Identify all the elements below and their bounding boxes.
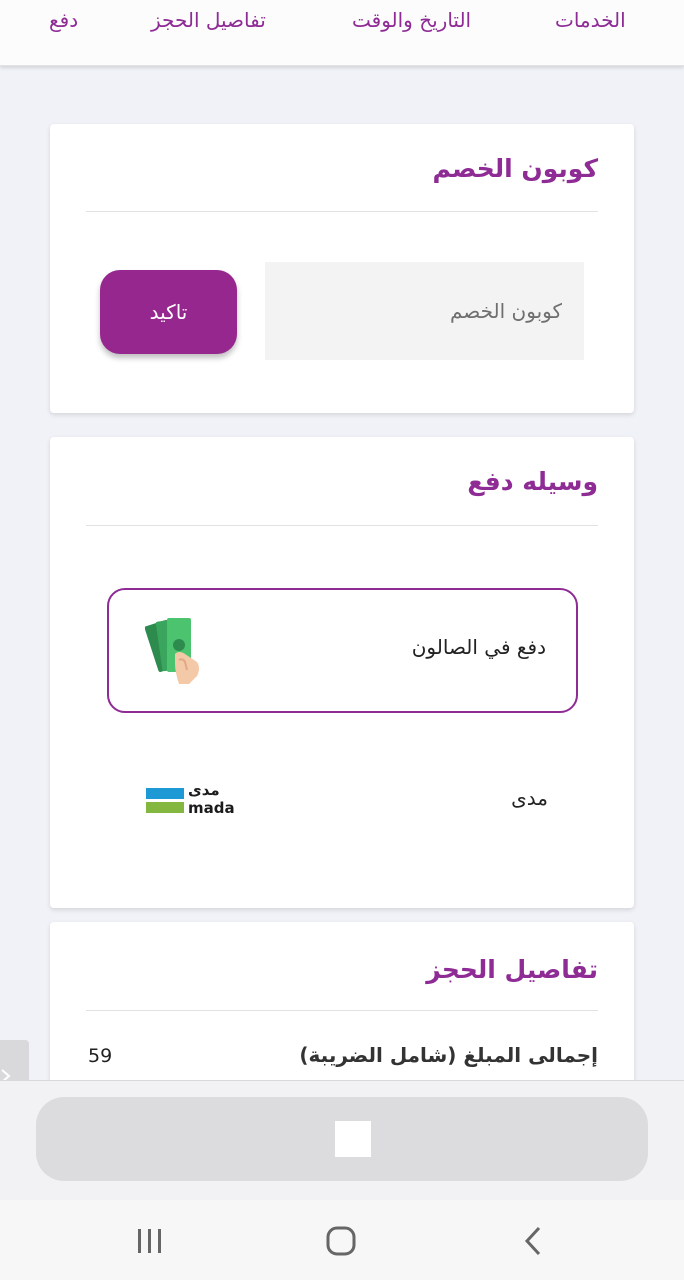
confirm-button[interactable]: تاكيد — [100, 270, 237, 354]
coupon-divider — [86, 211, 598, 212]
top-nav: الخدمات التاريخ والوقت تفاصيل الحجز دفع — [0, 0, 684, 66]
coupon-input[interactable] — [265, 262, 584, 360]
tab-payment[interactable]: دفع — [49, 8, 78, 32]
tab-services[interactable]: الخدمات — [555, 8, 626, 32]
mada-option[interactable]: مدى مدى mada — [107, 752, 578, 842]
bottom-action-bar — [0, 1080, 684, 1200]
pay-now-button[interactable] — [36, 1097, 648, 1181]
booking-title: تفاصيل الحجز — [426, 955, 598, 984]
recent-apps-icon[interactable] — [136, 1228, 164, 1258]
home-icon[interactable] — [326, 1226, 356, 1260]
mada-logo-english-text: mada — [188, 799, 235, 817]
pay-at-salon-option[interactable]: دفع في الصالون — [107, 588, 578, 713]
back-icon[interactable] — [524, 1226, 542, 1260]
pay-at-salon-label: دفع في الصالون — [411, 635, 546, 659]
total-amount-label: إجمالى المبلغ (شامل الضريبة) — [299, 1043, 598, 1067]
mada-logo-blue-bar — [146, 788, 184, 799]
system-nav-bar — [0, 1200, 684, 1280]
tab-date-time[interactable]: التاريخ والوقت — [352, 8, 471, 32]
payment-method-card: وسيله دفع دفع في الصالون مدى مدى mada — [50, 437, 634, 908]
stop-icon — [335, 1121, 371, 1157]
booking-details-card: تفاصيل الحجز إجمالى المبلغ (شامل الضريبة… — [50, 922, 634, 1092]
mada-label: مدى — [511, 786, 548, 810]
payment-divider — [86, 525, 598, 526]
payment-title: وسيله دفع — [467, 467, 598, 496]
mada-logo-green-bar — [146, 802, 184, 813]
booking-divider — [86, 1010, 598, 1011]
total-amount-value: 59 — [88, 1045, 113, 1067]
tab-booking-details[interactable]: تفاصيل الحجز — [151, 8, 266, 32]
mada-logo: مدى mada — [146, 781, 238, 818]
mada-logo-arabic-text: مدى — [188, 781, 220, 799]
coupon-card: كوبون الخصم تاكيد — [50, 124, 634, 413]
cash-in-hand-icon — [144, 614, 205, 686]
coupon-title: كوبون الخصم — [432, 154, 598, 183]
